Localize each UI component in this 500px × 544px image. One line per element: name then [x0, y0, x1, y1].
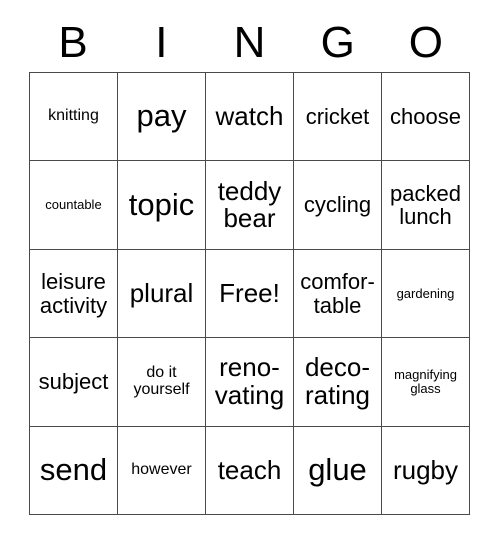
bingo-free-label: Free! [219, 277, 280, 308]
bingo-header: B I N G O [29, 14, 470, 72]
bingo-cell-label: glue [308, 451, 367, 487]
bingo-cell[interactable]: magnifying glass [382, 338, 470, 427]
bingo-cell-label: countable [45, 197, 102, 213]
bingo-cell-label: teach [217, 454, 282, 485]
bingo-cell-label: gardening [396, 285, 455, 301]
bingo-row: countable topic teddy bear cycling packe… [30, 161, 470, 250]
bingo-cell[interactable]: do it yourself [118, 338, 206, 427]
bingo-cell[interactable]: rugby [382, 426, 470, 516]
bingo-cell[interactable]: teddy bear [206, 161, 294, 250]
bingo-cell-label: cycling [303, 192, 372, 218]
bingo-cell-label: topic [128, 186, 195, 222]
bingo-cell-label: choose [390, 104, 461, 130]
bingo-cell[interactable]: subject [30, 338, 118, 427]
bingo-cell[interactable]: glue [294, 426, 382, 516]
bingo-cell[interactable]: leisure activity [30, 249, 118, 339]
bingo-row: knitting pay watch cricket choose [30, 73, 470, 162]
bingo-cell[interactable]: packed lunch [382, 161, 470, 250]
bingo-cell-label: however [131, 460, 192, 478]
bingo-cell[interactable]: choose [382, 73, 470, 162]
bingo-cell-label: teddy bear [217, 175, 282, 234]
bingo-cell[interactable]: however [118, 426, 206, 516]
bingo-row: subject do it yourself reno- vating deco… [30, 338, 470, 427]
bingo-grid: knitting pay watch cricket choose counta… [29, 72, 470, 516]
bingo-cell-label: deco- rating [304, 352, 371, 410]
bingo-cell[interactable]: watch [206, 73, 294, 162]
bingo-cell[interactable]: reno- vating [206, 338, 294, 427]
bingo-cell-label: watch [215, 100, 284, 131]
bingo-cell[interactable]: cricket [294, 73, 382, 162]
bingo-cell[interactable]: knitting [30, 73, 118, 162]
bingo-header-letter-i: I [155, 18, 168, 67]
bingo-cell-label: leisure activity [39, 269, 108, 318]
bingo-cell-label: knitting [48, 107, 99, 125]
bingo-cell-label: cricket [305, 104, 370, 130]
bingo-cell-label: comfor- table [300, 269, 375, 318]
bingo-header-letter-b: B [58, 18, 88, 67]
bingo-cell[interactable]: comfor- table [294, 249, 382, 339]
bingo-card: B I N G O knitting pay watch cricket cho… [0, 0, 500, 544]
bingo-header-letter-g: G [320, 18, 355, 67]
bingo-cell[interactable]: countable [30, 161, 118, 250]
bingo-cell-free[interactable]: Free! [206, 249, 294, 339]
bingo-cell-label: plural [129, 277, 194, 308]
bingo-cell[interactable]: teach [206, 426, 294, 516]
bingo-row: leisure activity plural Free! comfor- ta… [30, 249, 470, 339]
bingo-cell-label: reno- vating [214, 352, 285, 410]
bingo-cell[interactable]: send [30, 426, 118, 516]
bingo-cell-label: subject [38, 369, 109, 395]
bingo-cell[interactable]: cycling [294, 161, 382, 250]
bingo-row: send however teach glue rugby [30, 426, 470, 516]
bingo-cell-label: packed lunch [390, 180, 461, 230]
bingo-cell-label: send [39, 451, 108, 487]
bingo-cell-label: magnifying glass [394, 367, 457, 396]
bingo-cell-label: do it yourself [133, 363, 190, 398]
bingo-cell[interactable]: pay [118, 73, 206, 162]
bingo-cell[interactable]: deco- rating [294, 338, 382, 427]
bingo-cell[interactable]: plural [118, 249, 206, 339]
bingo-cell-label: pay [136, 98, 187, 134]
bingo-cell[interactable]: gardening [382, 249, 470, 339]
bingo-header-letter-o: O [408, 18, 444, 67]
bingo-header-letter-n: N [233, 18, 266, 67]
bingo-cell[interactable]: topic [118, 161, 206, 250]
bingo-cell-label: rugby [392, 454, 459, 485]
